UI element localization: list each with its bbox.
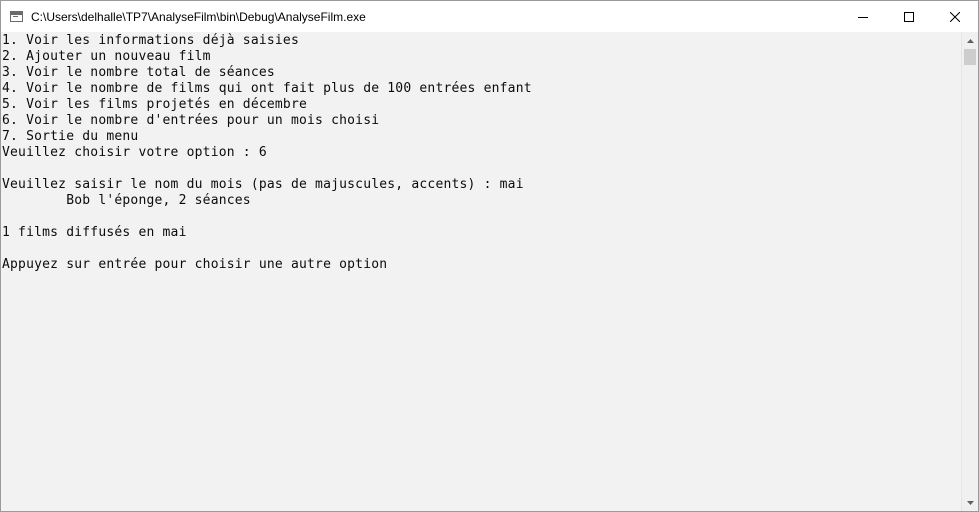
console-line: 4. Voir le nombre de films qui ont fait …	[2, 81, 532, 96]
console-lines: 1. Voir les informations déjà saisies 2.…	[2, 33, 532, 273]
minimize-button[interactable]	[840, 1, 886, 32]
window-controls	[840, 1, 978, 32]
console-app-icon[interactable]	[10, 11, 23, 22]
minimize-icon	[858, 16, 868, 18]
console-line: Veuillez choisir votre option : 6	[2, 145, 267, 160]
console-line: 1. Voir les informations déjà saisies	[2, 33, 299, 48]
console-output[interactable]: 1. Voir les informations déjà saisies 2.…	[1, 32, 961, 511]
console-line: 1 films diffusés en mai	[2, 225, 187, 240]
console-line: 6. Voir le nombre d'entrées pour un mois…	[2, 113, 380, 128]
scroll-up-button[interactable]	[962, 32, 978, 49]
window-title: C:\Users\delhalle\TP7\AnalyseFilm\bin\De…	[31, 9, 366, 24]
console-line: 3. Voir le nombre total de séances	[2, 65, 275, 80]
arrow-up-icon	[966, 38, 974, 43]
title-bar[interactable]: C:\Users\delhalle\TP7\AnalyseFilm\bin\De…	[1, 1, 978, 32]
scroll-down-button[interactable]	[962, 494, 978, 511]
vertical-scrollbar[interactable]	[961, 32, 978, 511]
console-line: Appuyez sur entrée pour choisir une autr…	[2, 257, 388, 272]
scrollbar-thumb[interactable]	[964, 49, 976, 65]
close-icon	[950, 11, 960, 22]
arrow-down-icon	[966, 500, 974, 505]
console-line: Bob l'éponge, 2 séances	[2, 193, 251, 208]
console-window: C:\Users\delhalle\TP7\AnalyseFilm\bin\De…	[0, 0, 979, 512]
maximize-button[interactable]	[886, 1, 932, 32]
maximize-icon	[904, 11, 914, 22]
console-line: 2. Ajouter un nouveau film	[2, 49, 211, 64]
console-line: 5. Voir les films projetés en décembre	[2, 97, 308, 112]
close-button[interactable]	[932, 1, 978, 32]
console-line: 7. Sortie du menu	[2, 129, 139, 144]
console-line: Veuillez saisir le nom du mois (pas de m…	[2, 177, 524, 192]
